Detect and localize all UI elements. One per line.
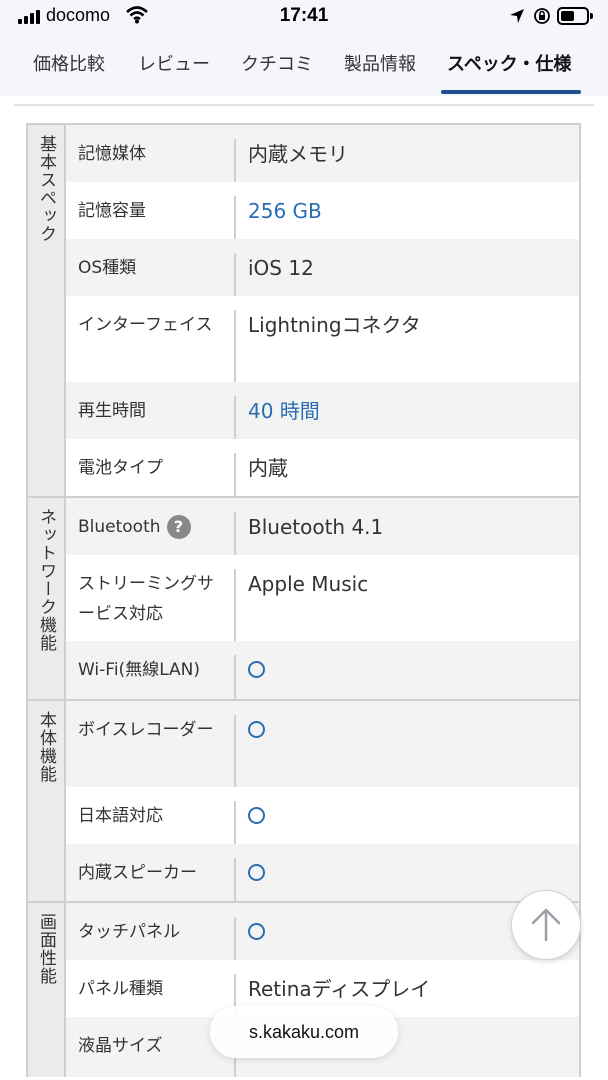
- spec-row: OS種類 iOS 12: [66, 239, 579, 296]
- spec-value: Lightningコネクタ: [248, 313, 421, 337]
- spec-label-text: Bluetooth: [78, 517, 161, 537]
- spec-label: OS種類: [66, 253, 236, 296]
- help-icon[interactable]: ?: [166, 515, 191, 539]
- spec-group-title: ネットワーク機能: [36, 508, 56, 652]
- spec-group-header: 本体機能: [28, 701, 66, 901]
- spec-label: ストリーミングサービス対応: [66, 569, 236, 641]
- spec-value: iOS 12: [248, 256, 314, 280]
- spec-value-available: [236, 801, 579, 844]
- spec-label: インターフェイス: [66, 310, 236, 382]
- spec-label: 記憶媒体: [66, 139, 236, 182]
- spec-row: 電池タイプ 内蔵: [66, 439, 579, 496]
- spec-label: Wi-Fi(無線LAN): [66, 655, 236, 699]
- spec-group-basic: 基本スペック 記憶媒体 内蔵メモリ 記憶容量 256 GB OS種類 iOS 1…: [28, 125, 579, 498]
- spec-label: ボイスレコーダー: [66, 715, 236, 787]
- spec-row: 記憶媒体 内蔵メモリ: [66, 125, 579, 182]
- spec-value-link[interactable]: 40 時間: [236, 396, 579, 439]
- available-mark-icon: [248, 864, 265, 881]
- spec-row: ボイスレコーダー: [66, 701, 579, 787]
- address-bar[interactable]: s.kakaku.com: [210, 1006, 398, 1058]
- divider: [14, 104, 594, 106]
- spec-row: Wi-Fi(無線LAN): [66, 641, 579, 699]
- spec-row: ストリーミングサービス対応 Apple Music: [66, 555, 579, 641]
- spec-group-header: 基本スペック: [28, 125, 66, 496]
- orientation-lock-icon: [534, 8, 550, 24]
- spec-group-body: 本体機能 ボイスレコーダー 日本語対応 内蔵スピーカー: [28, 701, 579, 903]
- spec-group-header: 画面性能: [28, 903, 66, 1077]
- spec-label: 記憶容量: [66, 196, 236, 239]
- spec-value-link[interactable]: 256 GB: [236, 196, 579, 239]
- spec-value-available: [236, 715, 579, 787]
- active-tab-indicator: [441, 90, 581, 94]
- available-mark-icon: [248, 807, 265, 824]
- tab-kuchikomi[interactable]: クチコミ: [241, 50, 313, 76]
- spec-group-title: 画面性能: [36, 913, 56, 985]
- scroll-to-top-button[interactable]: [511, 890, 581, 960]
- spec-label: 内蔵スピーカー: [66, 858, 236, 901]
- spec-row: 記憶容量 256 GB: [66, 182, 579, 239]
- spec-row: 内蔵スピーカー: [66, 844, 579, 901]
- spec-group-header: ネットワーク機能: [28, 498, 66, 699]
- tab-bar: 価格比較 レビュー クチコミ 製品情報 スペック・仕様: [0, 34, 608, 96]
- spec-label: 電池タイプ: [66, 453, 236, 496]
- spec-value: 内蔵メモリ: [248, 142, 348, 166]
- spec-row: Bluetooth ? Bluetooth 4.1: [66, 498, 579, 555]
- arrow-up-icon: [531, 908, 561, 942]
- available-mark-icon: [248, 923, 265, 940]
- available-mark-icon: [248, 661, 265, 678]
- available-mark-icon: [248, 721, 265, 738]
- location-arrow-icon: [510, 9, 524, 23]
- spec-label: パネル種類: [66, 974, 236, 1017]
- spec-table: 基本スペック 記憶媒体 内蔵メモリ 記憶容量 256 GB OS種類 iOS 1…: [26, 123, 581, 1077]
- spec-row: 再生時間 40 時間: [66, 382, 579, 439]
- tab-price-comparison[interactable]: 価格比較: [33, 50, 105, 76]
- spec-value: 内蔵: [248, 456, 288, 480]
- spec-group-title: 本体機能: [36, 711, 56, 783]
- battery-icon: [557, 7, 593, 25]
- spec-row: タッチパネル: [66, 903, 579, 960]
- spec-label: 再生時間: [66, 396, 236, 439]
- tab-specs[interactable]: スペック・仕様: [447, 50, 571, 76]
- status-bar: docomo 17:41: [0, 0, 608, 34]
- spec-value-available: [236, 655, 579, 699]
- spec-row: インターフェイス Lightningコネクタ: [66, 296, 579, 382]
- spec-label: タッチパネル: [66, 917, 236, 960]
- spec-value: Bluetooth 4.1: [248, 515, 384, 539]
- spec-label: 日本語対応: [66, 801, 236, 844]
- spec-row: 日本語対応: [66, 787, 579, 844]
- tab-product-info[interactable]: 製品情報: [344, 50, 416, 76]
- spec-label: Bluetooth ?: [66, 512, 236, 555]
- spec-group-title: 基本スペック: [36, 135, 56, 243]
- tab-reviews[interactable]: レビュー: [138, 50, 210, 76]
- spec-group-network: ネットワーク機能 Bluetooth ? Bluetooth 4.1 ストリーミ…: [28, 498, 579, 701]
- spec-value: Apple Music: [248, 572, 369, 596]
